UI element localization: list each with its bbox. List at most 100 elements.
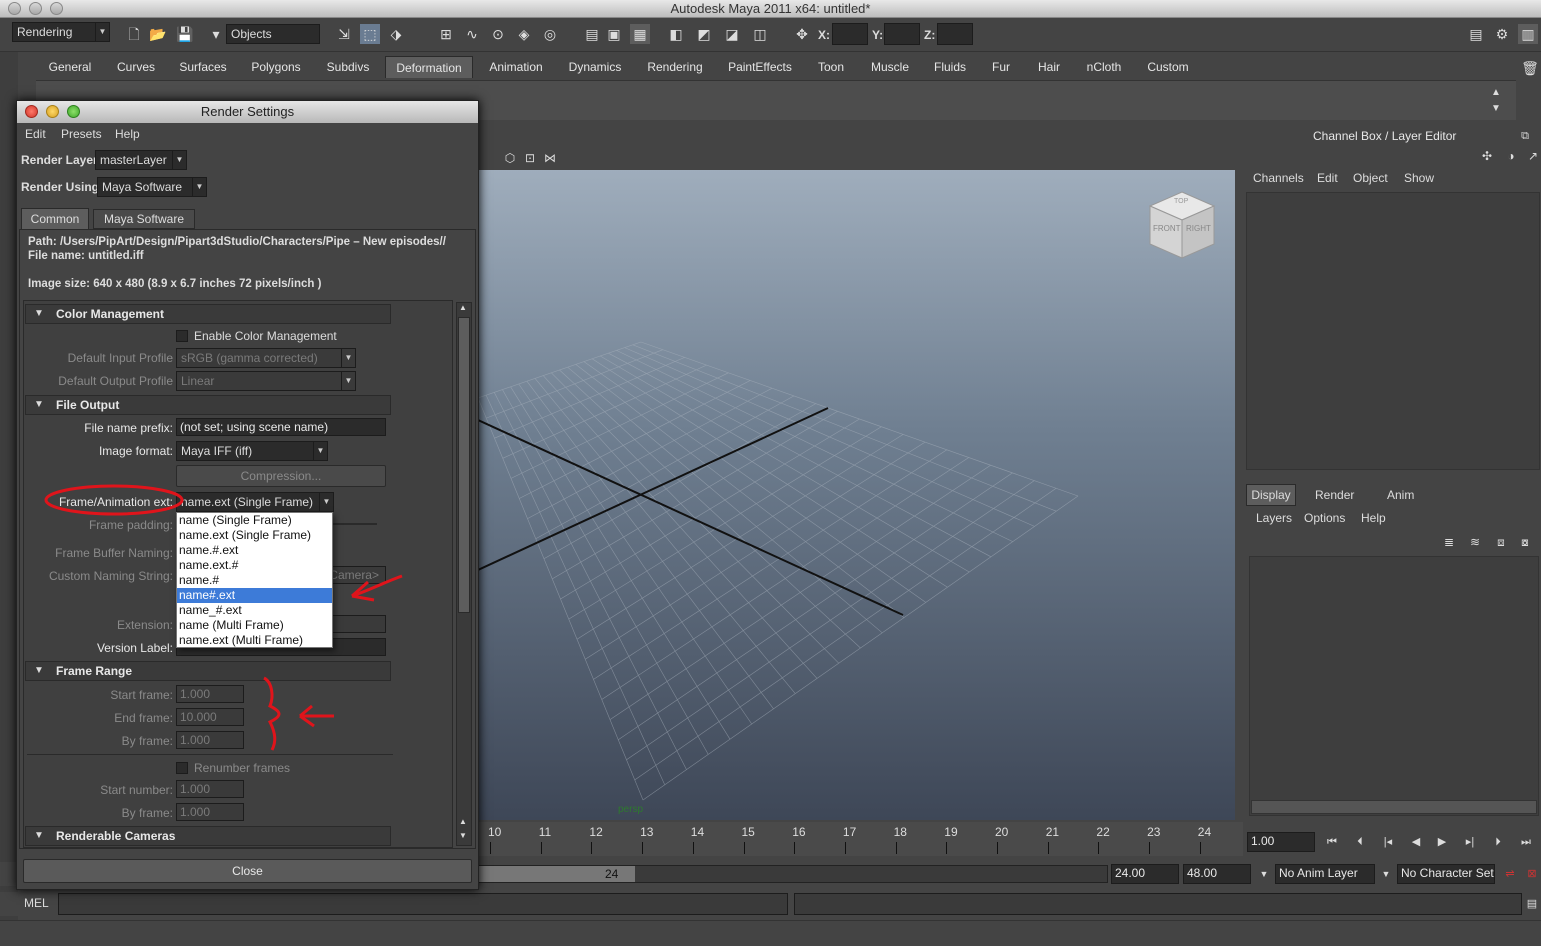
tab-render[interactable]: Render (1315, 488, 1354, 502)
shelf-tab-painteffects[interactable]: PaintEffects (716, 56, 804, 78)
start-number-field[interactable]: 1.000 (176, 780, 244, 798)
selection-mode-field[interactable]: Objects (226, 24, 320, 44)
tab-common[interactable]: Common (21, 208, 89, 230)
menu-item-name-ext-hash[interactable]: name.ext.# (177, 558, 332, 573)
y-field[interactable] (884, 23, 920, 45)
end-time-field[interactable]: 24.00 (1111, 864, 1179, 884)
select-object-icon[interactable]: ⬚ (360, 24, 380, 44)
anim-layer-field[interactable]: No Anim Layer (1275, 864, 1375, 884)
shelf-tab-general[interactable]: General (36, 56, 104, 78)
menu-item-name-underscore-hash-ext[interactable]: name_#.ext (177, 603, 332, 618)
channel-edit-menu[interactable]: Edit (1317, 171, 1338, 185)
render-sequence-icon[interactable]: ◫ (750, 24, 770, 44)
manipulator-icon[interactable]: ✣ (1477, 146, 1497, 166)
tab-display[interactable]: Display (1246, 484, 1296, 506)
menu-set-dropdown[interactable]: Rendering ▼ (12, 22, 110, 42)
menu-item-namehash-ext[interactable]: name#.ext (177, 588, 332, 603)
layer-add-icon[interactable]: ⧈ (1491, 532, 1511, 552)
render-view-icon[interactable]: ◪ (722, 24, 742, 44)
rs-scrollbar[interactable]: ▲ ▲ ▼ (456, 302, 472, 846)
shelf-scroll-down-icon[interactable]: ▼ (1486, 99, 1506, 119)
select-component-icon[interactable]: ⬗ (386, 24, 406, 44)
snap-grid-icon[interactable]: ⊞ (436, 24, 456, 44)
shelf-tab-ncloth[interactable]: nCloth (1076, 56, 1132, 78)
enable-color-management-checkbox[interactable] (176, 330, 188, 342)
tool-settings-icon[interactable]: ⚙ (1492, 24, 1512, 44)
renderable-cameras-header[interactable]: ▼ Renderable Cameras (25, 826, 391, 846)
go-to-start-icon[interactable]: ⏮ (1322, 832, 1342, 852)
snap-live-icon[interactable]: ◎ (540, 24, 560, 44)
render-layer-dropdown[interactable]: masterLayer ▼ (95, 150, 187, 170)
preferences-icon[interactable]: ⊠ (1522, 864, 1541, 884)
rs-presets-menu[interactable]: Presets (61, 127, 102, 141)
color-management-header[interactable]: ▼ Color Management (25, 304, 391, 324)
file-name-prefix-field[interactable]: (not set; using scene name) (176, 418, 386, 436)
input-profile-dropdown[interactable]: sRGB (gamma corrected) ▼ (176, 348, 356, 368)
grid-toggle-icon[interactable]: ⬡ (500, 148, 520, 168)
menu-item-name-hash-ext[interactable]: name.#.ext (177, 543, 332, 558)
file-output-header[interactable]: ▼ File Output (25, 395, 391, 415)
new-scene-icon[interactable]: 🗋 (124, 24, 144, 44)
step-forward-icon[interactable]: ⏵ (1488, 832, 1508, 852)
shelf-tab-fluids[interactable]: Fluids (924, 56, 976, 78)
scroll-down-icon[interactable]: ▼ (459, 831, 467, 840)
close-window-button[interactable] (8, 2, 21, 15)
minimize-window-button[interactable] (29, 2, 42, 15)
history-icon[interactable]: ▤ (582, 24, 602, 44)
scroll-up-icon[interactable]: ▲ (459, 303, 467, 312)
menu-item-name-multi[interactable]: name (Multi Frame) (177, 618, 332, 633)
tab-anim[interactable]: Anim (1387, 488, 1414, 502)
shelf-tab-hair[interactable]: Hair (1028, 56, 1070, 78)
selection-mask-icon[interactable]: ▾ (206, 24, 226, 44)
shelf-tab-toon[interactable]: Toon (806, 56, 856, 78)
shelf-tab-animation[interactable]: Animation (476, 56, 556, 78)
current-frame-field[interactable]: 1.00 (1247, 832, 1315, 852)
close-button[interactable]: Close (23, 859, 472, 883)
step-back-icon[interactable]: ⏴ (1350, 832, 1370, 852)
layer-options-menu[interactable]: Options (1304, 511, 1345, 525)
hyper-icon[interactable]: ↗ (1523, 146, 1541, 166)
share-icon[interactable]: ⋈ (540, 148, 560, 168)
channel-show-menu[interactable]: Show (1404, 171, 1434, 185)
image-format-dropdown[interactable]: Maya IFF (iff) ▼ (176, 441, 328, 461)
step-back-key-icon[interactable]: |◂ (1378, 832, 1398, 852)
rs-scroll-thumb[interactable] (458, 317, 470, 613)
character-set-menu-icon[interactable]: ▼ (1376, 864, 1396, 884)
scroll-up-icon[interactable]: ▲ (459, 817, 467, 826)
mel-input[interactable] (58, 893, 788, 915)
start-frame-field[interactable]: 1.000 (176, 685, 244, 703)
shelf-tab-surfaces[interactable]: Surfaces (168, 56, 238, 78)
renumber-frames-checkbox[interactable] (176, 762, 188, 774)
shelf-tab-fur[interactable]: Fur (984, 56, 1018, 78)
play-backwards-icon[interactable]: ◀ (1406, 832, 1426, 852)
play-forwards-icon[interactable]: ▶ (1432, 832, 1452, 852)
ipr-render-icon[interactable]: ◧ (666, 24, 686, 44)
open-scene-icon[interactable]: 📂 (148, 24, 168, 44)
character-set-field[interactable]: No Character Set (1397, 864, 1495, 884)
shelf-tab-curves[interactable]: Curves (104, 56, 168, 78)
rs-edit-menu[interactable]: Edit (25, 127, 46, 141)
script-editor-icon[interactable]: ▤ (1522, 894, 1541, 914)
transform-mode-icon[interactable]: ✥ (792, 24, 812, 44)
layer-list[interactable] (1249, 556, 1539, 816)
range-slider[interactable]: 24 (478, 865, 1108, 883)
rs-minimize-icon[interactable] (46, 105, 59, 118)
end-frame-field[interactable]: 10.000 (176, 708, 244, 726)
select-hierarchy-icon[interactable]: ⇲ (334, 24, 354, 44)
rs-zoom-icon[interactable] (67, 105, 80, 118)
anim-layer-menu-icon[interactable]: ▼ (1254, 864, 1274, 884)
perspective-viewport[interactable]: TOP FRONT RIGHT persp (478, 170, 1235, 820)
menu-item-name-single[interactable]: name (Single Frame) (177, 513, 332, 528)
shelf-tab-muscle[interactable]: Muscle (862, 56, 918, 78)
shelf-tab-deformation[interactable]: Deformation (385, 56, 473, 78)
layer-scrollbar[interactable] (1251, 800, 1537, 814)
frame-range-header[interactable]: ▼ Frame Range (25, 661, 391, 681)
view-cube[interactable]: TOP FRONT RIGHT (1148, 190, 1216, 260)
resolution-gate-icon[interactable]: ⊡ (520, 148, 540, 168)
snap-plane-icon[interactable]: ◈ (514, 24, 534, 44)
frame-ext-dropdown-menu[interactable]: name (Single Frame) name.ext (Single Fra… (176, 512, 333, 648)
shelf-tab-rendering[interactable]: Rendering (634, 56, 716, 78)
new-layer-icon[interactable]: ≣ (1439, 532, 1459, 552)
layer-stack-icon[interactable]: ≋ (1465, 532, 1485, 552)
frame-animation-ext-dropdown[interactable]: name.ext (Single Frame) ▼ (176, 492, 334, 512)
